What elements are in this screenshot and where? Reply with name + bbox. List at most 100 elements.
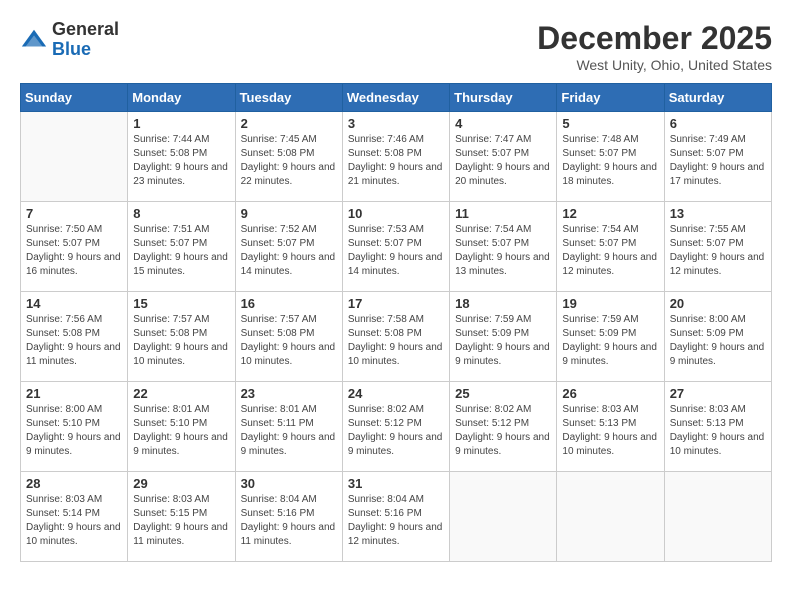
day-cell: 21 Sunrise: 8:00 AMSunset: 5:10 PMDayligh… [21, 382, 128, 472]
day-info: Sunrise: 7:55 AMSunset: 5:07 PMDaylight:… [670, 223, 766, 279]
day-number: 20 [670, 296, 766, 311]
day-number: 15 [133, 296, 229, 311]
day-info: Sunrise: 7:57 AMSunset: 5:08 PMDaylight:… [133, 313, 229, 369]
day-info: Sunrise: 8:04 AMSunset: 5:16 PMDaylight:… [348, 493, 444, 549]
page-header: General Blue December 2025 West Unity, O… [20, 20, 772, 73]
day-info: Sunrise: 7:46 AMSunset: 5:08 PMDaylight:… [348, 133, 444, 189]
week-row-3: 14 Sunrise: 7:56 AMSunset: 5:08 PMDayligh… [21, 292, 772, 382]
day-info: Sunrise: 7:54 AMSunset: 5:07 PMDaylight:… [562, 223, 658, 279]
day-cell: 2Sunrise: 7:45 AMSunset: 5:08 PMDaylight… [235, 112, 342, 202]
day-number: 11 [455, 206, 551, 221]
day-cell: 14 Sunrise: 7:56 AMSunset: 5:08 PMDayligh… [21, 292, 128, 382]
day-cell: 22 Sunrise: 8:01 AMSunset: 5:10 PMDayligh… [128, 382, 235, 472]
day-cell: 20 Sunrise: 8:00 AMSunset: 5:09 PMDayligh… [664, 292, 771, 382]
day-cell: 18 Sunrise: 7:59 AMSunset: 5:09 PMDayligh… [450, 292, 557, 382]
day-number: 3 [348, 116, 444, 131]
day-number: 10 [348, 206, 444, 221]
day-number: 12 [562, 206, 658, 221]
day-cell: 30Sunrise: 8:04 AMSunset: 5:16 PMDayligh… [235, 472, 342, 562]
day-number: 30 [241, 476, 337, 491]
location: West Unity, Ohio, United States [537, 57, 772, 73]
day-number: 8 [133, 206, 229, 221]
day-number: 31 [348, 476, 444, 491]
days-header-row: SundayMondayTuesdayWednesdayThursdayFrid… [21, 84, 772, 112]
day-info: Sunrise: 8:03 AMSunset: 5:14 PMDaylight:… [26, 493, 122, 549]
day-info: Sunrise: 7:59 AMSunset: 5:09 PMDaylight:… [562, 313, 658, 369]
logo-blue: Blue [52, 39, 91, 59]
day-cell: 9 Sunrise: 7:52 AMSunset: 5:07 PMDaylight… [235, 202, 342, 292]
header-friday: Friday [557, 84, 664, 112]
day-number: 24 [348, 386, 444, 401]
header-saturday: Saturday [664, 84, 771, 112]
day-number: 29 [133, 476, 229, 491]
month-title: December 2025 [537, 20, 772, 57]
header-wednesday: Wednesday [342, 84, 449, 112]
day-number: 27 [670, 386, 766, 401]
day-number: 25 [455, 386, 551, 401]
day-cell: 26Sunrise: 8:03 AMSunset: 5:13 PMDayligh… [557, 382, 664, 472]
day-info: Sunrise: 7:58 AMSunset: 5:08 PMDaylight:… [348, 313, 444, 369]
day-cell: 11Sunrise: 7:54 AMSunset: 5:07 PMDayligh… [450, 202, 557, 292]
day-info: Sunrise: 8:03 AMSunset: 5:13 PMDaylight:… [562, 403, 658, 459]
day-info: Sunrise: 7:47 AMSunset: 5:07 PMDaylight:… [455, 133, 551, 189]
day-number: 22 [133, 386, 229, 401]
logo-general: General [52, 19, 119, 39]
day-cell: 24Sunrise: 8:02 AMSunset: 5:12 PMDayligh… [342, 382, 449, 472]
logo-text: General Blue [52, 20, 119, 60]
day-number: 1 [133, 116, 229, 131]
day-cell [664, 472, 771, 562]
logo: General Blue [20, 20, 119, 60]
day-info: Sunrise: 7:52 AMSunset: 5:07 PMDaylight:… [241, 223, 337, 279]
day-cell: 10 Sunrise: 7:53 AMSunset: 5:07 PMDayligh… [342, 202, 449, 292]
day-info: Sunrise: 7:45 AMSunset: 5:08 PMDaylight:… [241, 133, 337, 189]
day-number: 18 [455, 296, 551, 311]
day-cell: 15 Sunrise: 7:57 AMSunset: 5:08 PMDayligh… [128, 292, 235, 382]
day-info: Sunrise: 8:01 AMSunset: 5:10 PMDaylight:… [133, 403, 229, 459]
day-cell: 28 Sunrise: 8:03 AMSunset: 5:14 PMDayligh… [21, 472, 128, 562]
day-number: 21 [26, 386, 122, 401]
day-cell [450, 472, 557, 562]
day-number: 5 [562, 116, 658, 131]
day-number: 14 [26, 296, 122, 311]
day-number: 7 [26, 206, 122, 221]
week-row-2: 7 Sunrise: 7:50 AMSunset: 5:07 PMDaylight… [21, 202, 772, 292]
day-cell: 29 Sunrise: 8:03 AMSunset: 5:15 PMDayligh… [128, 472, 235, 562]
day-cell: 19 Sunrise: 7:59 AMSunset: 5:09 PMDayligh… [557, 292, 664, 382]
day-info: Sunrise: 8:00 AMSunset: 5:10 PMDaylight:… [26, 403, 122, 459]
day-info: Sunrise: 7:44 AMSunset: 5:08 PMDaylight:… [133, 133, 229, 189]
day-cell: 12 Sunrise: 7:54 AMSunset: 5:07 PMDayligh… [557, 202, 664, 292]
day-info: Sunrise: 8:03 AMSunset: 5:15 PMDaylight:… [133, 493, 229, 549]
day-number: 23 [241, 386, 337, 401]
day-cell: 13 Sunrise: 7:55 AMSunset: 5:07 PMDayligh… [664, 202, 771, 292]
day-info: Sunrise: 7:50 AMSunset: 5:07 PMDaylight:… [26, 223, 122, 279]
day-number: 6 [670, 116, 766, 131]
day-info: Sunrise: 8:00 AMSunset: 5:09 PMDaylight:… [670, 313, 766, 369]
day-info: Sunrise: 7:53 AMSunset: 5:07 PMDaylight:… [348, 223, 444, 279]
day-cell: 17Sunrise: 7:58 AMSunset: 5:08 PMDayligh… [342, 292, 449, 382]
day-info: Sunrise: 8:03 AMSunset: 5:13 PMDaylight:… [670, 403, 766, 459]
day-number: 4 [455, 116, 551, 131]
week-row-4: 21 Sunrise: 8:00 AMSunset: 5:10 PMDayligh… [21, 382, 772, 472]
day-info: Sunrise: 7:56 AMSunset: 5:08 PMDaylight:… [26, 313, 122, 369]
day-cell [557, 472, 664, 562]
day-number: 28 [26, 476, 122, 491]
day-info: Sunrise: 8:02 AMSunset: 5:12 PMDaylight:… [455, 403, 551, 459]
day-info: Sunrise: 7:49 AMSunset: 5:07 PMDaylight:… [670, 133, 766, 189]
day-cell: 23 Sunrise: 8:01 AMSunset: 5:11 PMDayligh… [235, 382, 342, 472]
day-info: Sunrise: 7:59 AMSunset: 5:09 PMDaylight:… [455, 313, 551, 369]
day-cell: 3 Sunrise: 7:46 AMSunset: 5:08 PMDaylight… [342, 112, 449, 202]
header-thursday: Thursday [450, 84, 557, 112]
day-info: Sunrise: 7:51 AMSunset: 5:07 PMDaylight:… [133, 223, 229, 279]
day-cell: 5Sunrise: 7:48 AMSunset: 5:07 PMDaylight… [557, 112, 664, 202]
calendar: SundayMondayTuesdayWednesdayThursdayFrid… [20, 83, 772, 562]
day-number: 9 [241, 206, 337, 221]
header-tuesday: Tuesday [235, 84, 342, 112]
day-cell: 6 Sunrise: 7:49 AMSunset: 5:07 PMDaylight… [664, 112, 771, 202]
day-cell: 25 Sunrise: 8:02 AMSunset: 5:12 PMDayligh… [450, 382, 557, 472]
day-number: 19 [562, 296, 658, 311]
day-cell: 31 Sunrise: 8:04 AMSunset: 5:16 PMDayligh… [342, 472, 449, 562]
day-number: 13 [670, 206, 766, 221]
day-info: Sunrise: 8:01 AMSunset: 5:11 PMDaylight:… [241, 403, 337, 459]
week-row-1: 1 Sunrise: 7:44 AMSunset: 5:08 PMDaylight… [21, 112, 772, 202]
week-row-5: 28 Sunrise: 8:03 AMSunset: 5:14 PMDayligh… [21, 472, 772, 562]
